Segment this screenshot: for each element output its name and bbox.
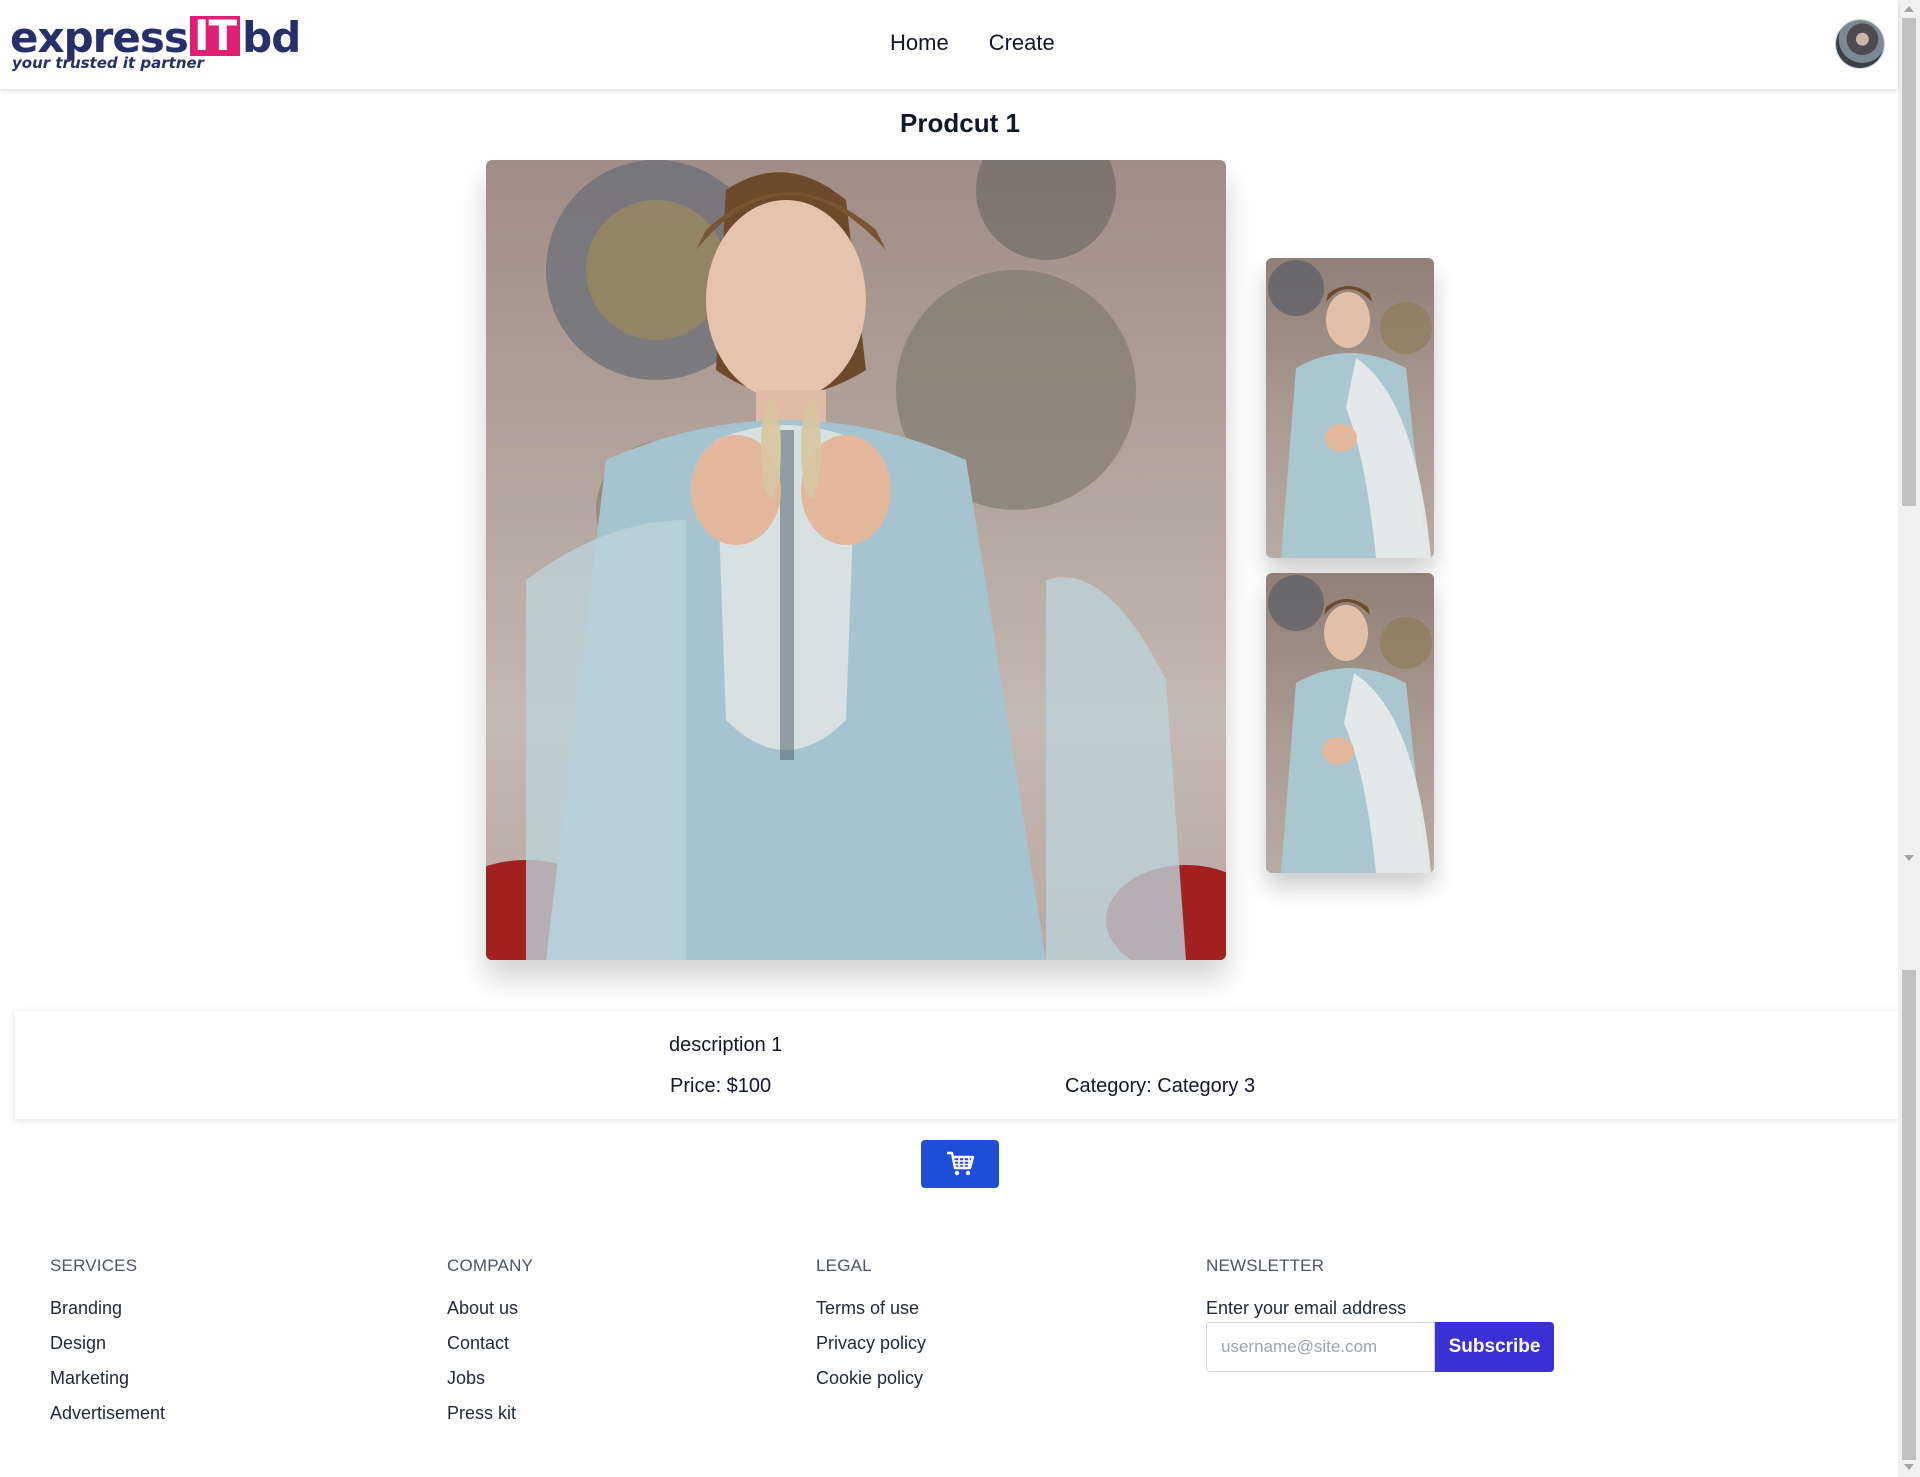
thumbnail-photo-illustration — [1268, 575, 1432, 873]
footer-link-jobs[interactable]: Jobs — [447, 1368, 533, 1403]
footer-link-press-kit[interactable]: Press kit — [447, 1403, 533, 1438]
brand-logo[interactable]: express IT bd your trusted it partner — [10, 14, 301, 74]
scrollbar-thumb-lower[interactable] — [1902, 970, 1916, 1460]
footer-company: COMPANY About us Contact Jobs Press kit — [447, 1256, 533, 1438]
shopping-cart-icon — [947, 1151, 975, 1176]
nav-home-link[interactable]: Home — [890, 30, 949, 56]
newsletter-email-label: Enter your email address — [1206, 1298, 1407, 1318]
footer-link-terms[interactable]: Terms of use — [816, 1298, 926, 1333]
thumbnail-photo-illustration — [1268, 260, 1432, 558]
scroll-down-arrow-icon[interactable] — [1904, 1464, 1914, 1470]
add-to-cart-button[interactable] — [921, 1140, 999, 1188]
footer-legal-heading: LEGAL — [816, 1256, 872, 1275]
product-price: Price: $100 — [670, 1075, 772, 1097]
scroll-up-arrow-icon[interactable] — [1904, 6, 1914, 12]
page-scrollbar[interactable] — [1898, 0, 1920, 1477]
footer-link-about[interactable]: About us — [447, 1298, 533, 1333]
product-category: Category: Category 3 — [1065, 1075, 1256, 1097]
product-title: Prodcut 1 — [900, 108, 1020, 138]
nav-create-link[interactable]: Create — [989, 30, 1055, 56]
product-photo-illustration — [486, 160, 1226, 960]
subscribe-button[interactable]: Subscribe — [1435, 1322, 1554, 1372]
footer-newsletter-heading: NEWSLETTER — [1206, 1256, 1325, 1275]
product-main-image[interactable] — [486, 160, 1226, 960]
footer-newsletter: NEWSLETTER Enter your email address Subs… — [1206, 1256, 1554, 1372]
footer-legal: LEGAL Terms of use Privacy policy Cookie… — [816, 1256, 926, 1403]
product-thumbnail-1[interactable] — [1266, 258, 1434, 558]
user-avatar[interactable] — [1836, 20, 1884, 68]
top-navbar: express IT bd your trusted it partner Home… — [0, 0, 1898, 89]
product-description: description 1 — [669, 1034, 783, 1056]
main-nav: Home Create — [890, 30, 1055, 56]
logo-text-bd: bd — [242, 13, 301, 62]
logo-tagline: your trusted it partner — [12, 54, 205, 72]
scroll-down-arrow-icon[interactable] — [1904, 855, 1914, 861]
newsletter-email-input[interactable] — [1206, 1322, 1435, 1372]
footer-link-design[interactable]: Design — [50, 1333, 165, 1368]
logo-text-it: IT — [189, 15, 241, 57]
footer-link-contact[interactable]: Contact — [447, 1333, 533, 1368]
footer-link-branding[interactable]: Branding — [50, 1298, 165, 1333]
footer-link-advertisement[interactable]: Advertisement — [50, 1403, 165, 1438]
footer-link-privacy[interactable]: Privacy policy — [816, 1333, 926, 1368]
scrollbar-thumb[interactable] — [1902, 18, 1916, 506]
newsletter-form: Subscribe — [1206, 1322, 1554, 1372]
footer-services: SERVICES Branding Design Marketing Adver… — [50, 1256, 165, 1438]
footer-link-cookie[interactable]: Cookie policy — [816, 1368, 926, 1403]
footer-services-heading: SERVICES — [50, 1256, 138, 1275]
product-details-card — [15, 1011, 1898, 1119]
footer-link-marketing[interactable]: Marketing — [50, 1368, 165, 1403]
footer-company-heading: COMPANY — [447, 1256, 534, 1275]
product-thumbnail-2[interactable] — [1266, 573, 1434, 873]
